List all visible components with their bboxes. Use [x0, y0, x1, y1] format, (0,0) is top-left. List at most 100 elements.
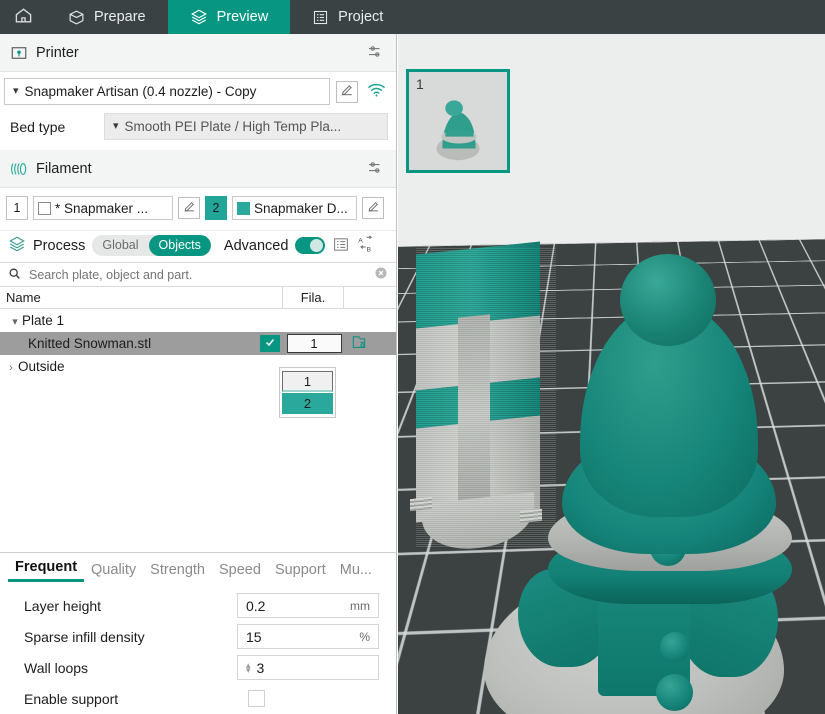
chevron-down-icon: ▾ [13, 85, 19, 97]
snowman-button-3 [656, 674, 693, 711]
sliders-icon[interactable] [366, 42, 384, 63]
object-list-header: Name Fila. [0, 286, 396, 309]
spinner-arrows-icon[interactable]: ▴ ▾ [246, 660, 251, 674]
chevron-down-icon[interactable]: ▾ [8, 315, 22, 328]
param-row-enable-support: Enable support [0, 683, 396, 714]
param-label-layer-height: Layer height [24, 597, 102, 614]
object-visibility-checkbox[interactable] [260, 335, 280, 352]
filament-slot-1-name: * Snapmaker ... [55, 200, 149, 216]
list-item-outside[interactable]: › Outside [0, 355, 396, 378]
column-header-fila: Fila. [300, 290, 326, 305]
param-unit-layer-height: mm [350, 598, 370, 613]
plate-thumbnail-1[interactable]: 1 [406, 69, 510, 173]
3d-viewport[interactable]: 1 [398, 34, 825, 714]
process-scope-segmented[interactable]: Global Objects [92, 235, 211, 256]
slicer-app: Prepare Preview Project Printer ▾ Snapma… [0, 0, 825, 714]
filament-dropdown-menu[interactable]: 1 2 [279, 367, 336, 418]
printer-wifi-button[interactable] [364, 81, 388, 103]
object-name: Knitted Snowman.stl [28, 336, 152, 351]
param-tab-frequent[interactable]: Frequent [8, 559, 85, 582]
clear-circle-icon[interactable] [374, 266, 388, 283]
param-tab-strength[interactable]: Strength [143, 562, 212, 582]
param-tab-multimaterial[interactable]: Mu... [333, 562, 379, 582]
filament-slot-1-number[interactable]: 1 [6, 196, 28, 220]
param-input-sparse-infill-density[interactable]: 15 % [237, 624, 379, 649]
filament-option-1[interactable]: 1 [282, 371, 333, 392]
list-item-knitted-snowman[interactable]: Knitted Snowman.stl 1 [0, 332, 396, 355]
list-item-plate-1[interactable]: ▾ Plate 1 [0, 309, 396, 332]
check-icon [264, 336, 276, 351]
scope-option-objects[interactable]: Objects [148, 235, 211, 256]
left-settings-panel: Printer ▾ Snapmaker Artisan (0.4 nozzle)… [0, 34, 397, 714]
process-title: Process [33, 237, 86, 254]
object-end-cell [344, 334, 396, 354]
parameter-list: Layer height 0.2 mm Sparse infill densit… [0, 582, 396, 714]
filament-assign-icon[interactable] [350, 334, 368, 354]
advanced-label: Advanced [223, 237, 289, 254]
plate-thumbnail-preview [436, 100, 480, 161]
wifi-icon [367, 82, 386, 101]
plate-row-label: ▾ Plate 1 [4, 313, 284, 328]
chevron-right-icon[interactable]: › [4, 362, 18, 374]
printer-icon [10, 44, 36, 62]
sliced-object-secondary [410, 241, 556, 554]
svg-text:B: B [367, 247, 372, 254]
param-row-wall-loops: Wall loops ▴ ▾ 3 [0, 652, 396, 683]
filament-icon [10, 161, 36, 177]
sliders-icon[interactable] [366, 158, 384, 179]
pencil-square-icon [340, 83, 354, 100]
filament-slot-2-combobox[interactable]: Snapmaker D... [232, 196, 357, 220]
param-label-enable-support: Enable support [24, 690, 119, 707]
printer-preset-value: Snapmaker Artisan (0.4 nozzle) - Copy [24, 84, 257, 99]
object-filament-selector[interactable]: 1 [286, 334, 342, 353]
bed-type-combobox[interactable]: ▾ Smooth PEI Plate / High Temp Pla... [104, 113, 388, 140]
viewport-top-bar [398, 34, 825, 64]
plate-name: Plate 1 [22, 313, 65, 328]
object-search-row [0, 262, 396, 287]
param-value-wall-loops: 3 [256, 659, 265, 676]
object-list: Name Fila. ▾Plate 1 Knitted Snowman.stl [0, 286, 396, 418]
param-unit-sparse-infill-density: % [359, 629, 370, 644]
filament-2-color-swatch [237, 201, 250, 215]
printer-edit-button[interactable] [336, 80, 358, 103]
tab-project[interactable]: Project [290, 0, 405, 34]
tab-prepare-label: Prepare [94, 9, 146, 25]
bed-type-row: Bed type ▾ Smooth PEI Plate / High Temp … [0, 109, 396, 150]
param-checkbox-enable-support[interactable] [248, 690, 265, 707]
parameter-tab-strip: Frequent Quality Strength Speed Support … [0, 552, 396, 582]
compare-ab-icon[interactable]: A B [357, 235, 376, 256]
printer-preset-combobox[interactable]: ▾ Snapmaker Artisan (0.4 nozzle) - Copy [4, 78, 330, 105]
scope-option-global[interactable]: Global [92, 235, 148, 256]
tab-preview[interactable]: Preview [167, 0, 291, 34]
param-tab-speed[interactable]: Speed [212, 562, 268, 582]
list-icon [312, 9, 329, 26]
filament-2-edit-button[interactable] [362, 197, 384, 219]
object-list-empty-space [0, 378, 396, 552]
param-label-sparse-infill-density: Sparse infill density [24, 628, 145, 645]
filament-slot-1-combobox[interactable]: * Snapmaker ... [33, 196, 173, 220]
param-input-wall-loops[interactable]: ▴ ▾ 3 [237, 655, 379, 680]
list-settings-icon[interactable] [332, 236, 350, 256]
filament-section-title: Filament [36, 160, 92, 177]
param-tab-quality[interactable]: Quality [84, 562, 143, 582]
object-fila-cell: 1 [284, 334, 344, 353]
advanced-toggle[interactable] [295, 237, 326, 254]
sliced-object-brim-right [520, 508, 542, 524]
printer-section-title: Printer [36, 44, 79, 61]
filament-slot-2-number[interactable]: 2 [205, 196, 227, 220]
filament-section-header: Filament [0, 150, 396, 188]
param-value-sparse-infill-density: 15 [246, 628, 262, 645]
home-button[interactable] [0, 0, 46, 34]
param-input-layer-height[interactable]: 0.2 mm [237, 593, 379, 618]
filament-1-edit-button[interactable] [178, 197, 200, 219]
column-divider [343, 286, 344, 309]
tab-prepare[interactable]: Prepare [46, 0, 168, 34]
sliced-object-core [458, 314, 490, 518]
filament-option-2[interactable]: 2 [282, 393, 333, 414]
bed-type-label: Bed type [10, 118, 66, 135]
param-tab-support[interactable]: Support [268, 562, 333, 582]
layers-icon [8, 235, 26, 256]
sliced-object-base [422, 492, 534, 554]
tab-project-label: Project [338, 9, 384, 25]
search-input[interactable] [29, 267, 366, 282]
